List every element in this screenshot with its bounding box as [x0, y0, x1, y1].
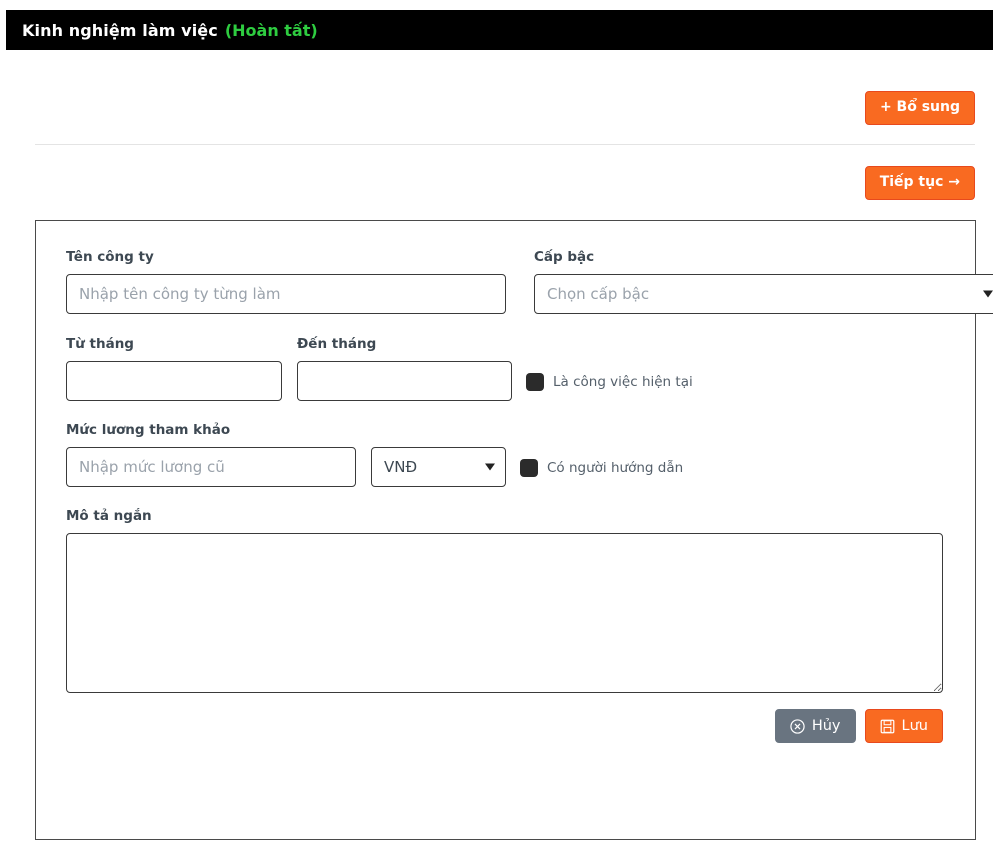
- currency-select-wrapper[interactable]: VNĐ: [371, 447, 506, 487]
- mentor-label: Có người hướng dẫn: [547, 460, 684, 476]
- field-company: Tên công ty: [66, 249, 506, 314]
- toolbar-divider: [35, 144, 975, 145]
- currency-select[interactable]: VNĐ: [371, 447, 506, 487]
- form-row-description: Mô tả ngắn: [66, 508, 945, 693]
- mentor-checkbox-group[interactable]: Có người hướng dẫn: [520, 459, 683, 487]
- to-month-label: Đến tháng: [297, 336, 377, 352]
- checkbox-icon-current-job[interactable]: [526, 373, 544, 391]
- from-month-label: Từ tháng: [66, 336, 134, 352]
- completion-status-badge: (Hoàn tất): [224, 20, 318, 40]
- currency-select-value: VNĐ: [384, 458, 418, 476]
- level-select-wrapper[interactable]: Chọn cấp bậc: [534, 274, 993, 314]
- field-to-month: Đến tháng: [297, 336, 512, 401]
- page-title: Kinh nghiệm làm việc: [22, 20, 218, 40]
- company-label: Tên công ty: [66, 249, 154, 265]
- field-from-month: Từ tháng: [66, 336, 282, 401]
- level-label: Cấp bậc: [534, 249, 595, 265]
- circle-x-icon: [790, 718, 805, 734]
- salary-input[interactable]: [66, 447, 356, 487]
- field-level: Cấp bậc Chọn cấp bậc: [534, 249, 993, 314]
- add-experience-button[interactable]: + Bổ sung: [864, 91, 975, 125]
- form-row-company-level: Tên công ty Cấp bậc Chọn cấp bậc: [66, 249, 993, 314]
- cancel-button-label: Hủy: [811, 718, 841, 734]
- continue-button[interactable]: Tiếp tục →: [864, 166, 975, 200]
- experience-form-card: Tên công ty Cấp bậc Chọn cấp bậc Từ thán…: [35, 220, 993, 840]
- description-textarea[interactable]: [66, 533, 943, 693]
- card-actions: Hủy Lưu: [66, 709, 943, 743]
- salary-label: Mức lương tham khảo: [66, 422, 231, 438]
- description-label: Mô tả ngắn: [66, 508, 152, 524]
- save-button[interactable]: Lưu: [864, 709, 943, 743]
- form-row-dates: Từ tháng Đến tháng Là công việc hiện tại: [66, 336, 945, 401]
- current-job-label: Là công việc hiện tại: [553, 374, 693, 390]
- level-select-placeholder: Chọn cấp bậc: [547, 285, 650, 303]
- floppy-disk-icon: [880, 719, 895, 734]
- current-job-checkbox-group[interactable]: Là công việc hiện tại: [526, 373, 693, 401]
- section-header: Kinh nghiệm làm việc (Hoàn tất): [6, 10, 993, 50]
- field-currency: VNĐ: [371, 447, 506, 487]
- cancel-button[interactable]: Hủy: [774, 709, 856, 743]
- to-month-input[interactable]: [297, 361, 512, 401]
- checkbox-icon-mentor[interactable]: [520, 459, 538, 477]
- save-button-label: Lưu: [901, 718, 928, 734]
- level-select[interactable]: Chọn cấp bậc: [534, 274, 993, 314]
- company-input[interactable]: [66, 274, 506, 314]
- from-month-input[interactable]: [66, 361, 282, 401]
- form-row-salary: Mức lương tham khảo VNĐ Có người hướng d…: [66, 422, 945, 487]
- field-salary: Mức lương tham khảo: [66, 422, 356, 487]
